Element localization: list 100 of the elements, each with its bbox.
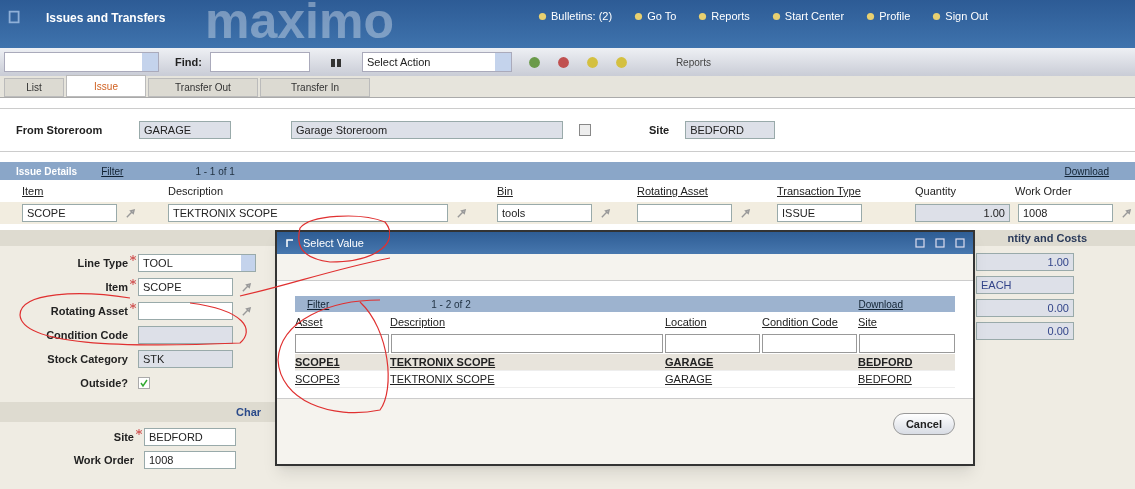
tab[interactable]: Issue [66, 75, 146, 97]
readonly-field: 0.00 [976, 299, 1074, 317]
column-header[interactable]: Item [22, 184, 44, 197]
lookup-icon[interactable] [1121, 207, 1132, 219]
input-field[interactable]: BEDFORD [144, 428, 236, 446]
cancel-button[interactable]: Cancel [892, 413, 955, 435]
filter-field[interactable] [664, 333, 761, 353]
table-title: Issue Details [16, 164, 78, 179]
table-cell-link[interactable]: TEKTRONIX SCOPE [390, 372, 495, 385]
site-field: BEDFORD [685, 121, 776, 139]
checkbox[interactable] [138, 377, 150, 389]
field-label: Condition Code [45, 327, 128, 343]
nav-icon [866, 11, 876, 21]
section-title: ntity and Costs [1007, 230, 1087, 246]
column-header[interactable]: Location [665, 315, 707, 328]
paging-text: 1 - 1 of 1 [195, 164, 235, 179]
table-cell-link[interactable]: GARAGE [665, 355, 714, 368]
input-field[interactable]: 1008 [144, 451, 236, 469]
line-type-select[interactable]: TOOL [138, 254, 256, 272]
readonly-field: EACH [976, 276, 1074, 294]
field-label: Outside? [79, 375, 128, 391]
paging-text: 1 - 2 of 2 [431, 297, 471, 312]
checkbox[interactable] [579, 124, 591, 136]
logo: maximo [205, 0, 394, 46]
readonly-field: 1.00 [976, 253, 1074, 271]
table-cell-field[interactable]: TEKTRONIX SCOPE [168, 204, 448, 222]
find-field[interactable] [209, 52, 310, 72]
table-cell-field[interactable]: SCOPE [22, 204, 117, 222]
column-header[interactable]: Site [858, 315, 877, 328]
reports-link[interactable]: Reports [675, 54, 711, 70]
lookup-icon[interactable] [125, 207, 136, 219]
input-field[interactable]: SCOPE [138, 278, 233, 296]
table-cell-field: 1.00 [915, 204, 1010, 222]
table-row[interactable]: SCOPE TEKTRONIX SCOPE tools ISSUE 1.00 1008 [0, 202, 1135, 224]
tab[interactable]: Transfer Out [148, 78, 258, 97]
table-cell-field[interactable]: tools [497, 204, 592, 222]
nav-link[interactable]: Reports [698, 8, 750, 25]
filter-field[interactable] [390, 333, 663, 353]
table-cell-link[interactable]: TEKTRONIX SCOPE [390, 355, 496, 368]
download-link[interactable]: Download [1064, 163, 1109, 179]
filter-field[interactable] [295, 333, 389, 353]
column-header[interactable]: Description [390, 315, 446, 328]
field-label: Line Type [76, 255, 128, 271]
toolbar-icon[interactable] [556, 55, 570, 69]
action-select[interactable]: Select Action [361, 52, 512, 72]
dialog-title: Select Value [303, 235, 364, 251]
readonly-field: 0.00 [976, 322, 1074, 340]
column-header[interactable]: Condition Code [762, 315, 838, 328]
column-header[interactable]: Bin [497, 184, 513, 197]
table-cell-link[interactable]: SCOPE3 [295, 372, 340, 385]
table-cell-link[interactable]: GARAGE [665, 372, 713, 385]
field-label: From Storeroom [16, 122, 104, 138]
nav-link[interactable]: Sign Out [932, 8, 989, 25]
table-cell-field[interactable]: ISSUE [777, 204, 862, 222]
field-label: Stock Category [46, 351, 128, 367]
storeroom-field: GARAGE [139, 121, 231, 139]
field-label: Rotating Asset [49, 303, 128, 319]
tab[interactable]: List [4, 78, 64, 97]
nav-icon [771, 11, 781, 21]
dialog-icon [285, 238, 295, 248]
input-field[interactable] [138, 302, 233, 320]
lookup-icon[interactable] [456, 207, 467, 219]
table-row[interactable]: SCOPE1 TEKTRONIX SCOPE GARAGE BEDFORD [295, 354, 955, 371]
find-label: Find: [175, 54, 202, 70]
nav-icon [698, 11, 708, 21]
description-field: Garage Storeroom [291, 121, 563, 139]
table-cell-link[interactable]: SCOPE1 [295, 355, 340, 368]
toolbar-icon[interactable] [527, 55, 541, 69]
field-label: Site [112, 429, 134, 445]
lookup-icon[interactable] [241, 305, 252, 317]
filter-field[interactable] [762, 333, 858, 353]
filter-field[interactable] [859, 333, 955, 353]
nav-link[interactable]: Start Center [771, 8, 845, 25]
readonly-field: STK [138, 350, 233, 368]
lookup-icon[interactable] [740, 207, 751, 219]
table-cell-field[interactable] [637, 204, 732, 222]
nav-icon [932, 11, 942, 21]
column-header[interactable]: Work Order [1015, 184, 1072, 197]
tab[interactable]: Transfer In [260, 78, 370, 97]
column-header[interactable]: Rotating Asset [637, 184, 708, 197]
filter-link[interactable]: Filter [101, 163, 124, 179]
column-header[interactable]: Transaction Type [777, 184, 861, 197]
column-header[interactable]: Quantity [915, 184, 956, 197]
field-label: Site [649, 122, 670, 138]
nav-link[interactable]: Profile [866, 8, 911, 25]
window-title: Issues and Transfers [46, 10, 166, 27]
section-title: Char [236, 404, 262, 420]
nav-link[interactable]: Go To [634, 8, 677, 25]
table-cell-link[interactable]: BEDFORD [858, 355, 913, 368]
lookup-icon[interactable] [600, 207, 611, 219]
table-cell-field[interactable]: 1008 [1018, 204, 1113, 222]
nav-icon [634, 11, 644, 21]
lookup-icon[interactable] [241, 281, 252, 293]
nav-link[interactable]: Bulletins: (2) [538, 8, 613, 25]
nav-icon [538, 11, 547, 21]
filter-link[interactable]: Filter [307, 296, 330, 312]
column-header[interactable]: Description [168, 184, 224, 197]
table-cell-link[interactable]: BEDFORD [858, 372, 912, 385]
query-select[interactable] [4, 52, 159, 72]
download-link[interactable]: Download [858, 296, 903, 312]
